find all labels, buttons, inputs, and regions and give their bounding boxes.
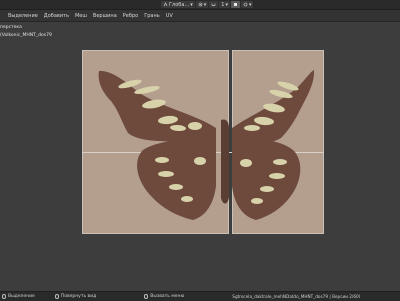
orientation-icon (163, 2, 168, 7)
editor-menubar: Выделение Добавить Меш Вершина Ребро Гра… (0, 10, 400, 22)
scene-statistics: Sgtrocela_daktrale_mehNDatdo_MHNT_dos79 … (232, 294, 361, 299)
viewport-info: перстека (Volkonic_MHNT_dos79 (0, 24, 52, 40)
snap-icon (211, 3, 216, 6)
status-middle-action: Повернуть вид (60, 294, 97, 299)
menu-face[interactable]: Грань (141, 13, 163, 19)
menu-edge[interactable]: Ребро (120, 13, 141, 19)
snap-value-dropdown[interactable]: 1 ▾ (219, 1, 230, 8)
snap-value: 1 (221, 1, 225, 8)
pivot-dropdown[interactable]: ▾ (195, 1, 209, 8)
butterfly-image (98, 70, 315, 220)
chevron-down-icon: ▾ (248, 1, 252, 8)
menu-mesh[interactable]: Меш (72, 13, 90, 19)
view-mode-label: перстека (0, 25, 22, 30)
menu-add[interactable]: Добавить (41, 13, 72, 19)
orientation-label: Глоба... (169, 1, 190, 8)
overlay-dropdown[interactable]: ▾ (240, 1, 254, 8)
mouse-right-icon (144, 294, 149, 299)
chevron-down-icon: ▾ (190, 1, 193, 8)
status-right-action: Вызвать меню (150, 294, 185, 299)
chevron-down-icon: ▾ (225, 1, 228, 8)
menu-uv[interactable]: UV (163, 13, 176, 19)
header-toolbar: Глоба... ▾ ▾ 1 ▾ ▾ (0, 0, 400, 10)
menu-vertex[interactable]: Вершина (90, 13, 120, 19)
overlay-icon (243, 2, 248, 7)
mouse-middle-icon (54, 294, 59, 299)
orientation-dropdown[interactable]: Глоба... ▾ (161, 1, 195, 8)
3d-viewport[interactable] (0, 22, 400, 290)
snap-toggle[interactable] (209, 1, 219, 8)
status-left-action: Выделение (8, 294, 35, 299)
mouse-left-icon (2, 294, 6, 299)
proportional-edit-toggle[interactable] (230, 1, 240, 8)
proportional-edit-icon (233, 3, 237, 6)
chevron-down-icon: ▾ (203, 1, 207, 8)
active-object-label: (Volkonic_MHNT_dos79 (0, 33, 52, 38)
menu-select[interactable]: Выделение (5, 13, 41, 19)
pivot-icon (198, 2, 203, 7)
